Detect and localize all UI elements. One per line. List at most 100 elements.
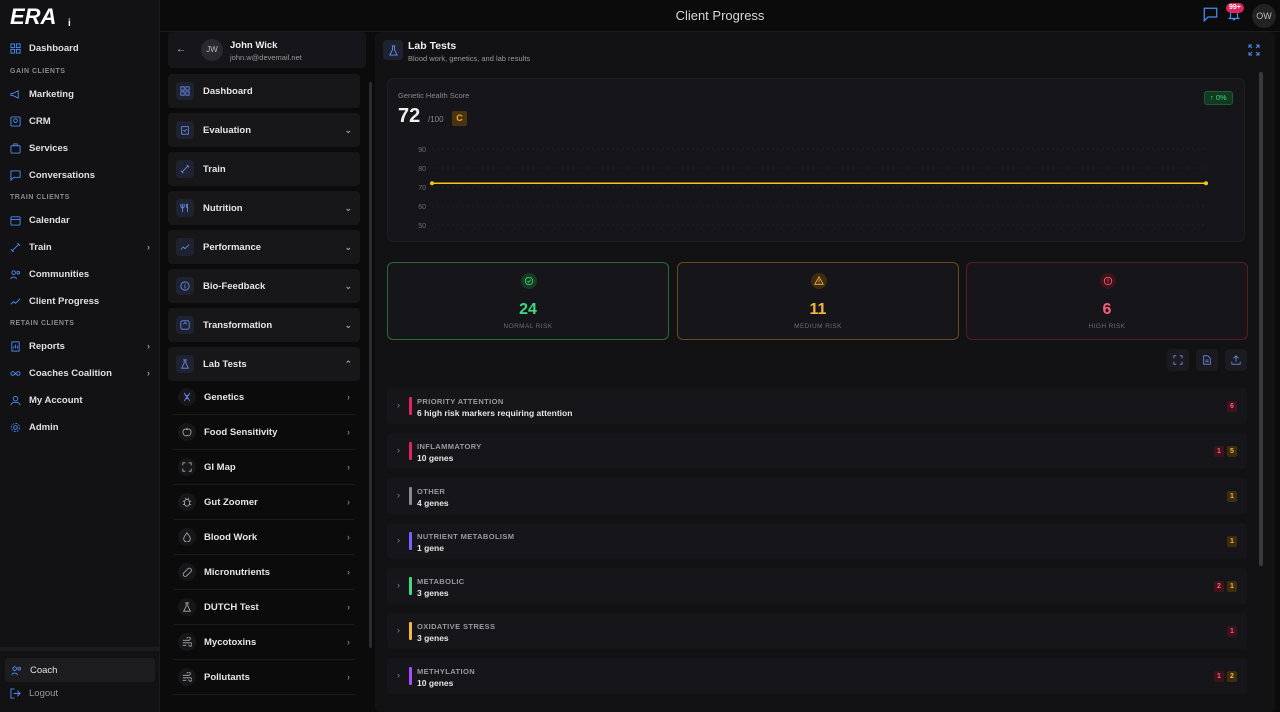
medium-risk-count-pill: 1 [1227, 581, 1237, 592]
gear-icon [10, 422, 21, 432]
warning-icon [811, 273, 827, 289]
submenu-pollutants[interactable]: Pollutants › [174, 660, 354, 695]
nav-item-communities[interactable]: Communities [10, 265, 150, 283]
check-circle-icon [521, 273, 537, 289]
risk-pills: 1 [1227, 491, 1237, 502]
menu-lab-tests[interactable]: Lab Tests ⌃ [168, 347, 360, 381]
medium-risk-card[interactable]: 11 MEDIUM RISK [677, 262, 959, 340]
risk-label: HIGH RISK [1088, 323, 1126, 330]
user-avatar[interactable]: OW [1252, 4, 1276, 28]
expand-icon [1173, 355, 1183, 365]
category-name: OXIDATIVE STRESS [417, 622, 496, 631]
chevron-right-icon: › [347, 497, 350, 507]
high-risk-count-pill: 1 [1214, 446, 1224, 457]
panel-subtitle: Blood work, genetics, and lab results [408, 54, 531, 63]
submenu-label: Food Sensitivity [204, 426, 278, 438]
category-name: NUTRIENT METABOLISM [417, 532, 515, 541]
submenu-blood-work[interactable]: Blood Work › [174, 520, 354, 555]
menu-transformation[interactable]: Transformation ⌄ [168, 308, 360, 342]
menu-bio-feedback[interactable]: Bio-Feedback ⌄ [168, 269, 360, 303]
expand-all-button[interactable] [1167, 349, 1189, 371]
dumbbell-icon [176, 160, 194, 178]
nav-item-marketing[interactable]: Marketing [10, 85, 150, 103]
category-row[interactable]: › PRIORITY ATTENTION 6 high risk markers r… [387, 388, 1247, 424]
upload-button[interactable] [1225, 349, 1247, 371]
category-name: METHYLATION [417, 667, 476, 676]
menu-scrollbar[interactable] [369, 82, 372, 648]
nav-item-coaches-coalition[interactable]: Coaches Coalition › [10, 364, 150, 382]
client-name: John Wick [230, 40, 278, 51]
submenu-label: GI Map [204, 461, 236, 473]
chat-icon[interactable] [1203, 7, 1218, 22]
nav-item-crm[interactable]: CRM [10, 112, 150, 130]
nav-item-my-account[interactable]: My Account [10, 391, 150, 409]
chevron-right-icon: › [397, 445, 400, 455]
score-point[interactable] [1204, 181, 1208, 186]
menu-nutrition[interactable]: Nutrition ⌄ [168, 191, 360, 225]
normal-risk-card[interactable]: 24 NORMAL RISK [387, 262, 669, 340]
submenu-dutch-test[interactable]: DUTCH Test › [174, 590, 354, 625]
chevron-down-icon: ⌄ [344, 241, 352, 252]
nav-label: Client Progress [29, 295, 100, 307]
nav-item-calendar[interactable]: Calendar [10, 211, 150, 229]
nav-item-client-progress[interactable]: Client Progress [10, 292, 150, 310]
chevron-down-icon: ⌄ [344, 280, 352, 291]
submenu-gut-zoomer[interactable]: Gut Zoomer › [174, 485, 354, 520]
category-row[interactable]: › OXIDATIVE STRESS 3 genes 1 [387, 613, 1247, 649]
category-row[interactable]: › METABOLIC 3 genes 2 1 [387, 568, 1247, 604]
submenu-food-sensitivity[interactable]: Food Sensitivity › [174, 415, 354, 450]
risk-count: 11 [809, 301, 827, 318]
high-risk-count-pill: 1 [1227, 626, 1237, 637]
megaphone-icon [10, 89, 19, 99]
submenu-mycotoxins[interactable]: Mycotoxins › [174, 625, 354, 660]
score-point[interactable] [430, 181, 434, 186]
submenu-genetics[interactable]: Genetics › [174, 380, 354, 415]
category-name: PRIORITY ATTENTION [417, 397, 504, 406]
nav-item-reports[interactable]: Reports › [10, 337, 150, 355]
category-row[interactable]: › NUTRIENT METABOLISM 1 gene 1 [387, 523, 1247, 559]
category-row[interactable]: › METHYLATION 10 genes 1 2 [387, 658, 1247, 694]
nav-label: My Account [29, 394, 83, 406]
category-color-bar [409, 532, 412, 550]
nav-item-services[interactable]: Services [10, 139, 150, 157]
document-button[interactable] [1196, 349, 1218, 371]
nav-item-conversations[interactable]: Conversations [10, 166, 150, 184]
scan-icon [178, 458, 196, 476]
menu-label: Nutrition [203, 202, 243, 214]
genetic-health-score-card: Genetic Health Score 72 /100 C ↑ 0% 90 80… [387, 78, 1245, 242]
category-row[interactable]: › OTHER 4 genes 1 [387, 478, 1247, 514]
nav-item-admin[interactable]: Admin [10, 418, 150, 436]
logout-label: Logout [29, 688, 59, 699]
high-risk-card[interactable]: 6 HIGH RISK [966, 262, 1248, 340]
medium-risk-count-pill: 1 [1227, 491, 1237, 502]
menu-performance[interactable]: Performance ⌄ [168, 230, 360, 264]
user-icon [10, 395, 21, 405]
category-count: 3 genes [417, 633, 449, 643]
client-menu-panel: ← JW John Wick john.w@devemail.net Dashb… [160, 32, 372, 712]
dashboard-icon [10, 42, 21, 54]
category-name: INFLAMMATORY [417, 442, 482, 451]
submenu-micronutrients[interactable]: Micronutrients › [174, 555, 354, 590]
submenu-gi-map[interactable]: GI Map › [174, 450, 354, 485]
nav-item-dashboard[interactable]: Dashboard [10, 39, 150, 57]
back-arrow-icon[interactable]: ← [176, 44, 186, 55]
chevron-right-icon: › [347, 672, 350, 682]
trend-icon [176, 238, 194, 256]
menu-train[interactable]: Train [168, 152, 360, 186]
category-row[interactable]: › INFLAMMATORY 10 genes 1 5 [387, 433, 1247, 469]
nav-item-train[interactable]: Train › [10, 238, 150, 256]
left-nav: ERA i Dashboard GAIN CLIENTS Marketing C… [0, 0, 160, 712]
expand-icon[interactable] [1248, 44, 1260, 56]
nav-label: Services [29, 142, 69, 154]
risk-label: MEDIUM RISK [794, 323, 842, 330]
nav-scrollbar[interactable] [0, 647, 160, 651]
menu-evaluation[interactable]: Evaluation ⌄ [168, 113, 360, 147]
logout-button[interactable]: Logout [10, 688, 58, 699]
category-count: 1 gene [417, 543, 444, 553]
risk-pills: 6 [1227, 401, 1237, 412]
content-scrollbar[interactable] [1259, 72, 1263, 566]
coach-button[interactable]: Coach [5, 658, 155, 682]
info-icon [176, 277, 194, 295]
menu-dashboard[interactable]: Dashboard [168, 74, 360, 108]
apple-icon [178, 423, 196, 441]
